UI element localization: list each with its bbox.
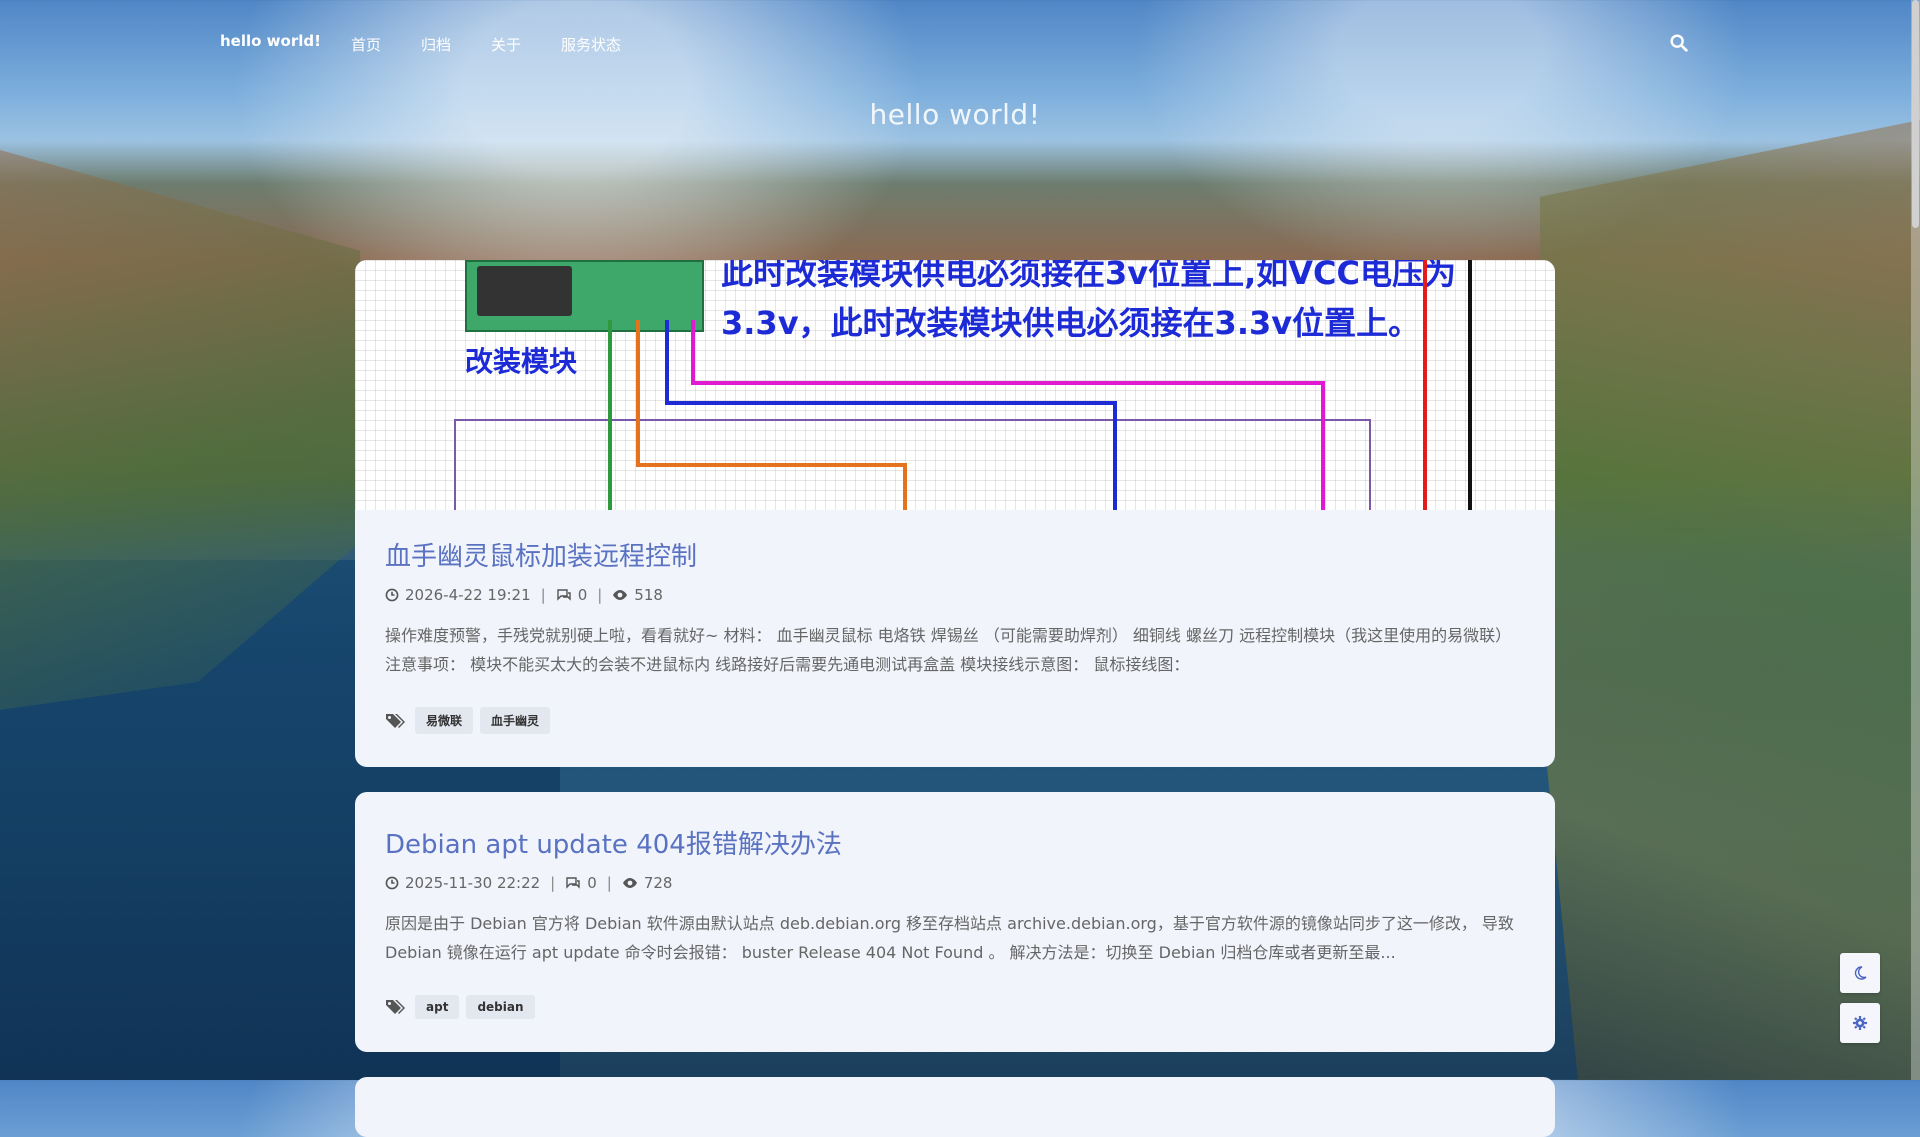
post-excerpt: 操作难度预警，手残党就别硬上啦，看看就好~ 材料： 血手幽灵鼠标 电烙铁 焊锡丝… <box>385 626 1512 674</box>
moon-icon <box>1854 966 1867 980</box>
post-date: 2025-11-30 22:22 <box>405 874 541 892</box>
hero-title: hello world! <box>869 98 1041 131</box>
gear-icon <box>1853 1016 1867 1030</box>
eye-icon <box>613 590 628 600</box>
nav-menu: 首页 归档 关于 服务状态 <box>351 34 661 55</box>
post-view-count: 518 <box>634 586 663 604</box>
site-brand[interactable]: hello world! <box>220 32 321 50</box>
search-icon[interactable] <box>1668 32 1690 54</box>
tag-chip[interactable]: 血手幽灵 <box>480 707 551 734</box>
background-hills-right <box>1540 120 1920 1080</box>
post-date: 2026-4-22 19:21 <box>405 586 531 604</box>
post-cover-image[interactable]: 此时改装模块供电必须接在3v位置上,如VCC电压为 3.3v，此时改装模块供电必… <box>355 260 1555 510</box>
tag-chip[interactable]: debian <box>466 995 535 1019</box>
meta-divider: | <box>606 874 612 892</box>
nav-item-about[interactable]: 关于 <box>491 34 521 55</box>
post-tags: 易微联 血手幽灵 <box>385 707 557 734</box>
page-scrollbar[interactable] <box>1911 0 1920 1080</box>
dark-mode-toggle[interactable] <box>1840 953 1880 993</box>
post-card: Debian apt update 404报错解决办法 2025-11-30 2… <box>355 792 1555 1052</box>
tag-chip[interactable]: apt <box>415 995 460 1019</box>
post-view-count: 728 <box>643 874 673 892</box>
post-title[interactable]: 血手幽灵鼠标加装远程控制 <box>385 536 697 573</box>
tags-icon <box>386 1000 405 1014</box>
post-card: 此时改装模块供电必须接在3v位置上,如VCC电压为 3.3v，此时改装模块供电必… <box>355 260 1555 767</box>
scrollbar-thumb[interactable] <box>1912 0 1919 228</box>
post-meta: 2025-11-30 22:22 | 0 | 728 <box>385 874 672 892</box>
nav-item-status[interactable]: 服务状态 <box>561 34 621 55</box>
nav-item-home[interactable]: 首页 <box>351 34 381 55</box>
tag-chip[interactable]: 易微联 <box>415 707 474 734</box>
settings-button[interactable] <box>1840 1003 1880 1043</box>
post-card-partial <box>355 1077 1555 1137</box>
top-nav: hello world! 首页 归档 关于 服务状态 <box>220 30 1690 58</box>
comment-icon <box>566 877 580 889</box>
post-comment-count: 0 <box>587 874 597 892</box>
meta-divider: | <box>597 586 603 604</box>
post-tags: apt debian <box>385 995 542 1019</box>
clock-icon <box>385 876 399 890</box>
post-comment-count: 0 <box>577 586 588 604</box>
post-title[interactable]: Debian apt update 404报错解决办法 <box>385 824 842 861</box>
meta-divider: | <box>550 874 556 892</box>
nav-item-archive[interactable]: 归档 <box>421 34 451 55</box>
post-meta: 2026-4-22 19:21 | 0 | 518 <box>385 586 663 604</box>
comment-icon <box>556 589 571 601</box>
tags-icon <box>386 713 405 728</box>
meta-divider: | <box>540 586 546 604</box>
cover-wiring <box>454 260 1472 510</box>
clock-icon <box>385 588 399 602</box>
eye-icon <box>622 878 637 888</box>
post-excerpt: 原因是由于 Debian 官方将 Debian 软件源由默认站点 deb.deb… <box>385 914 1514 962</box>
